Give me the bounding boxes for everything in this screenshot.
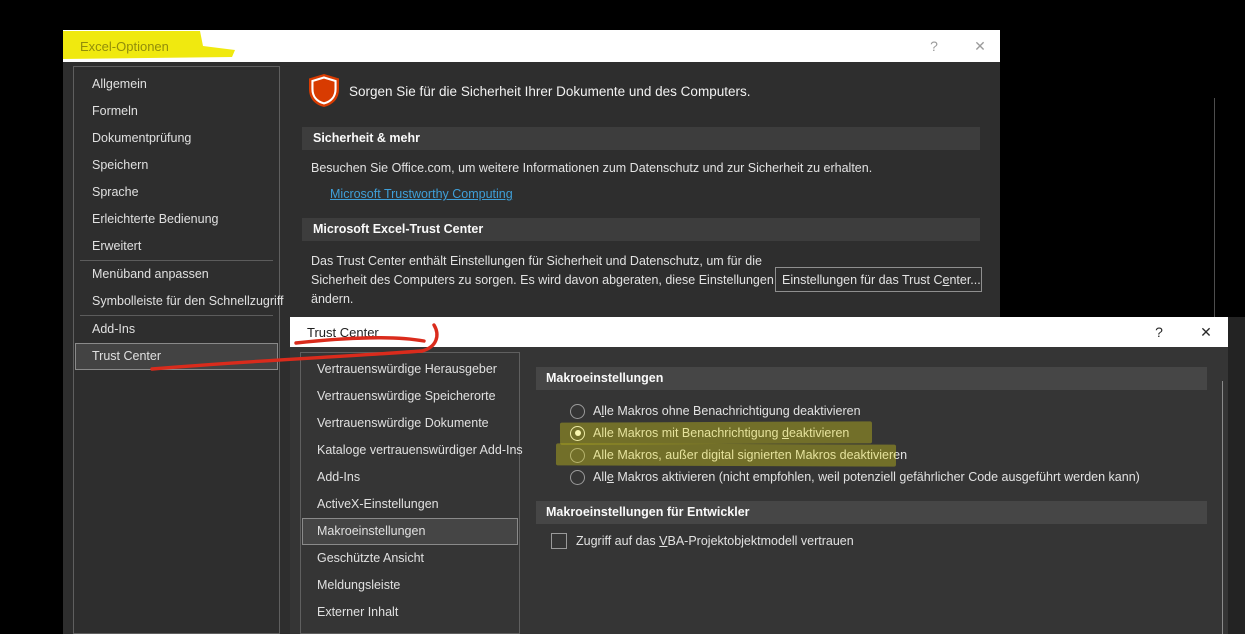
radio-option-disable-except-signed[interactable]: Alle Makros, außer digital signierten Ma…	[570, 444, 907, 466]
radio-button-icon[interactable]	[570, 470, 585, 485]
sidebar-item[interactable]: Vertrauenswürdige Dokumente	[302, 410, 518, 437]
trust-center-dialog: Trust Center ? ✕ Vertrauenswürdige Herau…	[290, 317, 1228, 634]
sidebar-item[interactable]: Add-Ins	[75, 316, 278, 343]
sidebar-item-label: Add-Ins	[92, 322, 135, 336]
radio-option-enable-all[interactable]: Alle Makros aktivieren (nicht empfohlen,…	[570, 466, 1140, 488]
sidebar-item[interactable]: Symbolleiste für den Schnellzugriff	[75, 288, 278, 315]
radio-button-icon[interactable]	[570, 404, 585, 419]
section-header-security: Sicherheit & mehr	[302, 127, 980, 150]
description-line: ändern.	[311, 290, 790, 309]
close-icon[interactable]: ✕	[971, 38, 989, 55]
button-label-pre: Einstellungen für das Trust C	[782, 273, 943, 287]
sidebar-item-label: Vertrauenswürdige Herausgeber	[317, 362, 497, 376]
trust-center-dialog-body: Vertrauenswürdige Herausgeber Vertrauens…	[290, 347, 1228, 634]
sidebar-item-label: Menüband anpassen	[92, 267, 209, 281]
section-header-trust-center: Microsoft Excel-Trust Center	[302, 218, 980, 241]
radio-option-disable-with-notification[interactable]: Alle Makros mit Benachrichtigung deaktiv…	[570, 422, 849, 444]
sidebar-item[interactable]: Trust Center	[75, 343, 278, 370]
sidebar-item-label: Speichern	[92, 158, 148, 172]
sidebar-item-label: Sprache	[92, 185, 139, 199]
sidebar-item-label: Kataloge vertrauenswürdiger Add-Ins	[317, 443, 523, 457]
trust-center-main-panel: Makroeinstellungen Alle Makros ohne Bena…	[536, 347, 1208, 634]
sidebar-item-label: Dokumentprüfung	[92, 131, 191, 145]
description-line: Das Trust Center enthält Einstellungen f…	[311, 252, 790, 271]
trust-center-titlebar: Trust Center ? ✕	[290, 317, 1228, 347]
close-icon[interactable]: ✕	[1197, 324, 1215, 341]
sidebar-item[interactable]: Dokumentprüfung	[75, 125, 278, 152]
trust-center-description: Das Trust Center enthält Einstellungen f…	[311, 252, 790, 309]
help-icon[interactable]: ?	[1150, 324, 1168, 340]
help-icon[interactable]: ?	[925, 38, 943, 54]
sidebar-item-label: Meldungsleiste	[317, 578, 400, 592]
sidebar-item-label: Trust Center	[92, 349, 161, 363]
sidebar-item-label: ActiveX-Einstellungen	[317, 497, 439, 511]
trust-center-settings-button[interactable]: Einstellungen für das Trust Center...	[775, 267, 982, 292]
description-line: Sicherheit des Computers zu sorgen. Es w…	[311, 271, 790, 290]
radio-label: Alle Makros, außer digital signierten Ma…	[593, 448, 907, 462]
trust-center-sidebar: Vertrauenswürdige Herausgeber Vertrauens…	[300, 352, 520, 634]
section-header-macro-settings: Makroeinstellungen	[536, 367, 1207, 390]
sidebar-item[interactable]: Add-Ins	[302, 464, 518, 491]
sidebar-item-label: Geschützte Ansicht	[317, 551, 424, 565]
trustworthy-computing-link[interactable]: Microsoft Trustworthy Computing	[330, 187, 513, 201]
security-shield-icon	[309, 74, 339, 112]
sidebar-item-label: Vertrauenswürdige Dokumente	[317, 416, 489, 430]
sidebar-item[interactable]: Meldungsleiste	[302, 572, 518, 599]
checkbox-option-vba-access[interactable]: Zugriff auf das VBA-Projektobjektmodell …	[551, 533, 854, 549]
sidebar-item[interactable]: ActiveX-Einstellungen	[302, 491, 518, 518]
yellow-highlight-annotation-title	[63, 31, 237, 61]
radio-label: Alle Makros ohne Benachrichtigung deakti…	[593, 404, 861, 418]
sidebar-item[interactable]: Erweitert	[75, 233, 278, 260]
panel-edge-line	[1222, 381, 1223, 634]
checkbox-label: Zugriff auf das VBA-Projektobjektmodell …	[576, 534, 854, 548]
section-header-developer-macro-settings: Makroeinstellungen für Entwickler	[536, 501, 1207, 524]
sidebar-item[interactable]: Geschützte Ansicht	[302, 545, 518, 572]
sidebar-item-label: Add-Ins	[317, 470, 360, 484]
trust-center-dialog-title: Trust Center	[307, 325, 379, 340]
sidebar-item[interactable]: Speichern	[75, 152, 278, 179]
radio-option-disable-no-notification[interactable]: Alle Makros ohne Benachrichtigung deakti…	[570, 400, 861, 422]
security-body-text: Besuchen Sie Office.com, um weitere Info…	[311, 161, 872, 175]
sidebar-item-label: Makroeinstellungen	[317, 524, 425, 538]
sidebar-item[interactable]: Makroeinstellungen	[302, 518, 518, 545]
sidebar-item-label: Vertrauenswürdige Speicherorte	[317, 389, 496, 403]
sidebar-item-label: Allgemein	[92, 77, 147, 91]
excel-options-sidebar: Allgemein Formeln Dokumentprüfung	[73, 66, 280, 634]
sidebar-item[interactable]: Vertrauenswürdige Herausgeber	[302, 356, 518, 383]
sidebar-item[interactable]: Menüband anpassen	[75, 261, 278, 288]
security-hero-text: Sorgen Sie für die Sicherheit Ihrer Doku…	[349, 84, 750, 99]
button-label-post: nter...	[949, 273, 980, 287]
sidebar-item[interactable]: Erleichterte Bedienung	[75, 206, 278, 233]
sidebar-item[interactable]: Formeln	[75, 98, 278, 125]
desktop-background: Excel-Optionen ? ✕ Allgemein Formeln	[0, 0, 1245, 634]
excel-titlebar: Excel-Optionen ? ✕	[63, 30, 1000, 62]
sidebar-item[interactable]: Allgemein	[75, 71, 278, 98]
sidebar-item-label: Symbolleiste für den Schnellzugriff	[92, 294, 284, 308]
sidebar-item[interactable]: Sprache	[75, 179, 278, 206]
sidebar-item-label: Erleichterte Bedienung	[92, 212, 218, 226]
radio-label: Alle Makros mit Benachrichtigung deaktiv…	[593, 426, 849, 440]
sidebar-item-label: Formeln	[92, 104, 138, 118]
radio-label: Alle Makros aktivieren (nicht empfohlen,…	[593, 470, 1140, 484]
sidebar-item[interactable]: Kataloge vertrauenswürdiger Add-Ins	[302, 437, 518, 464]
radio-button-icon[interactable]	[570, 426, 585, 441]
sidebar-item[interactable]: Externer Inhalt	[302, 599, 518, 626]
checkbox-icon[interactable]	[551, 533, 567, 549]
radio-button-icon[interactable]	[570, 448, 585, 463]
sidebar-item-label: Externer Inhalt	[317, 605, 398, 619]
background-window-edge	[1228, 317, 1245, 634]
sidebar-item-label: Erweitert	[92, 239, 141, 253]
sidebar-item[interactable]: Vertrauenswürdige Speicherorte	[302, 383, 518, 410]
